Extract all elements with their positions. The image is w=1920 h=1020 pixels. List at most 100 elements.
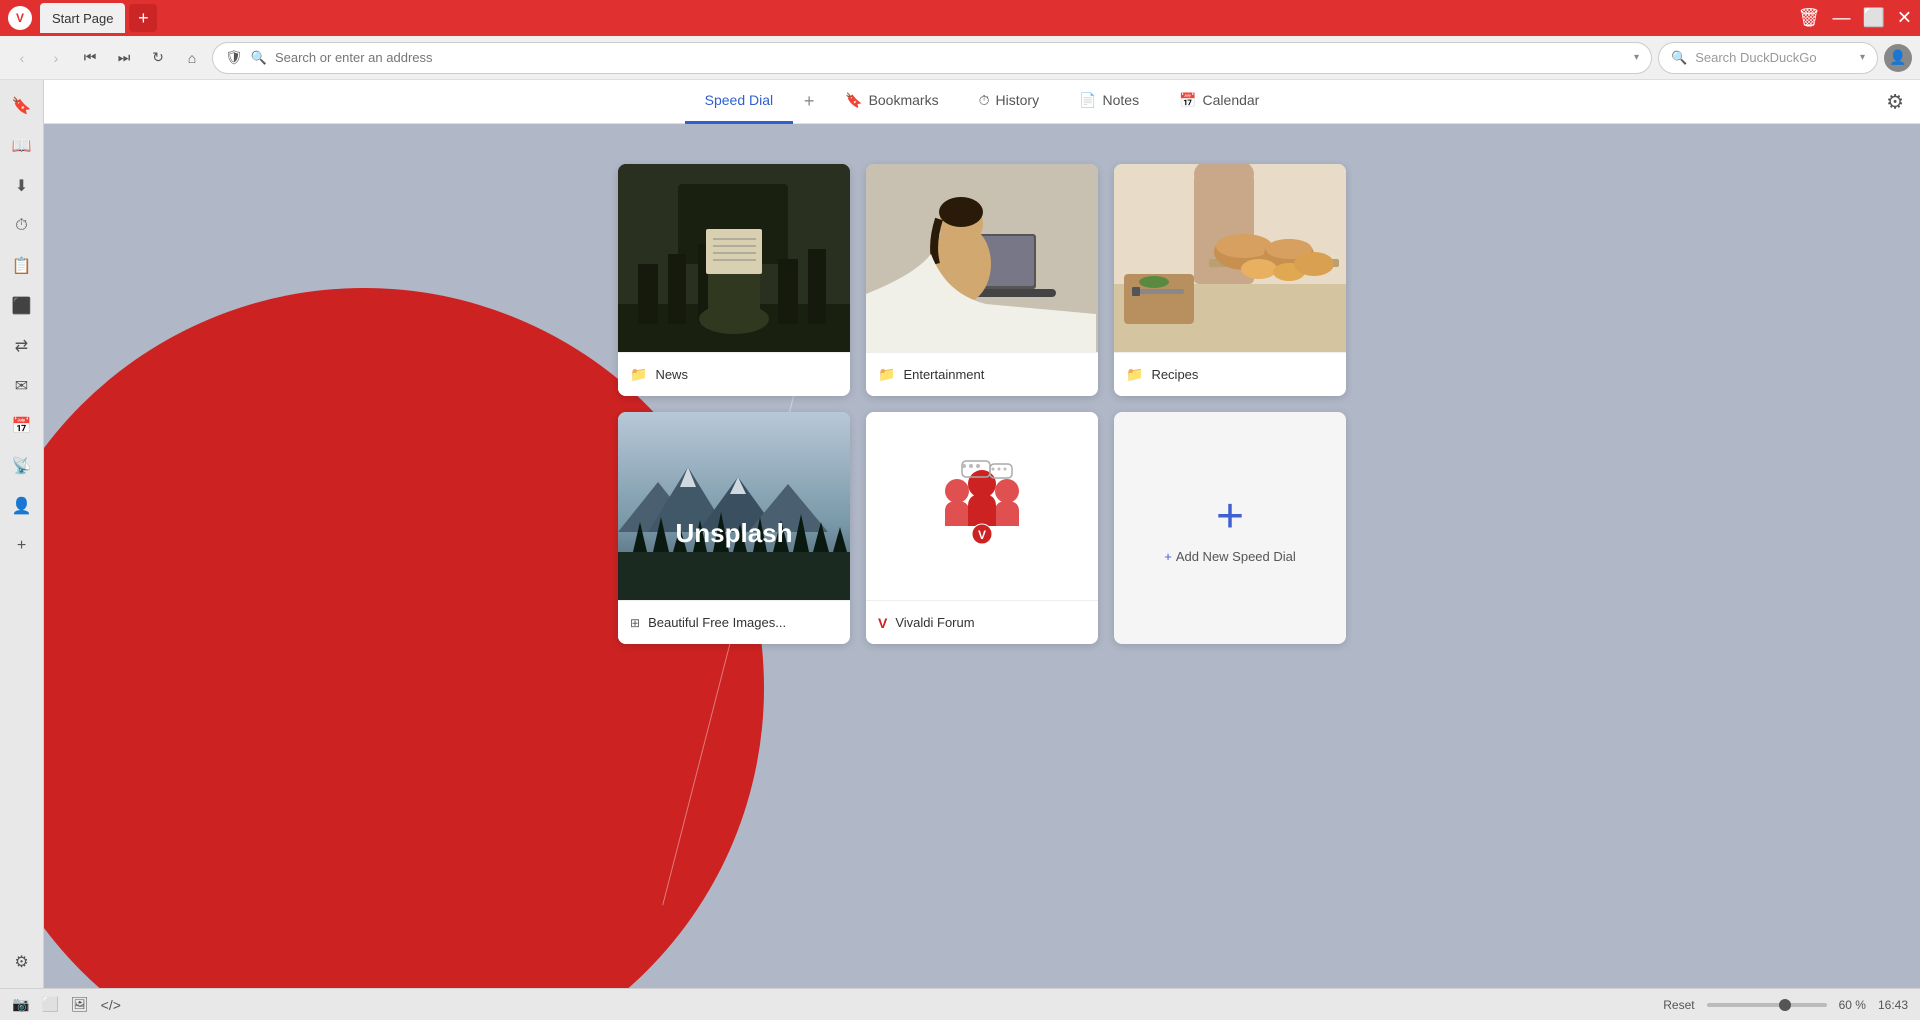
last-page-button[interactable]: ⏭ bbox=[110, 44, 138, 72]
vivaldi-forum-v-icon: V bbox=[878, 615, 887, 631]
address-input[interactable] bbox=[275, 50, 1626, 65]
dial-card-entertainment-label: 📁 Entertainment bbox=[866, 352, 1098, 396]
speed-dial-settings-button[interactable]: ⚙ bbox=[1886, 89, 1904, 114]
sidebar-icon-settings[interactable]: ⚙ bbox=[4, 944, 40, 980]
sidebar-icon-reader[interactable]: 📖 bbox=[4, 128, 40, 164]
sidebar-icon-feeds[interactable]: 📡 bbox=[4, 448, 40, 484]
sidebar-icon-notes[interactable]: 📋 bbox=[4, 248, 40, 284]
news-background bbox=[618, 164, 850, 352]
reset-button[interactable]: Reset bbox=[1663, 998, 1694, 1012]
svg-text:Unsplash: Unsplash bbox=[675, 518, 792, 548]
sidebar-icon-add-panel[interactable]: + bbox=[4, 528, 40, 564]
user-avatar[interactable]: 👤 bbox=[1884, 44, 1912, 72]
dial-card-add-new[interactable]: + + Add New Speed Dial bbox=[1114, 412, 1346, 644]
sidebar-icon-history[interactable]: ⏱ bbox=[4, 208, 40, 244]
dial-card-entertainment[interactable]: 📁 Entertainment bbox=[866, 164, 1098, 396]
sidebar-icon-panels[interactable]: ⬛ bbox=[4, 288, 40, 324]
trash-button[interactable]: 🗑 bbox=[1798, 8, 1821, 29]
back-button[interactable]: ‹ bbox=[8, 44, 36, 72]
dial-card-unsplash-image: Unsplash bbox=[618, 412, 850, 600]
home-button[interactable]: ⌂ bbox=[178, 44, 206, 72]
status-icon-code[interactable]: </> bbox=[101, 997, 121, 1013]
speed-dial-grid: 📁 News bbox=[44, 124, 1920, 644]
entertainment-folder-icon: 📁 bbox=[878, 366, 895, 383]
maximize-button[interactable]: ⬜ bbox=[1862, 8, 1884, 29]
search-dropdown-button[interactable]: ▾ bbox=[1860, 52, 1865, 63]
status-bar: 📷 ⬜ 🖼 </> Reset 60 % 16:43 bbox=[0, 988, 1920, 1020]
tab-speed-dial[interactable]: Speed Dial bbox=[685, 80, 794, 124]
status-time: 16:43 bbox=[1878, 998, 1908, 1012]
tabs-bar: Speed Dial + 🔖 Bookmarks ⏱ History 📄 Not… bbox=[44, 80, 1920, 124]
tab-notes-label: Notes bbox=[1103, 92, 1140, 108]
dial-card-news-label: 📁 News bbox=[618, 352, 850, 396]
new-tab-button[interactable]: + bbox=[129, 4, 157, 32]
tab-notes[interactable]: 📄 Notes bbox=[1059, 80, 1159, 124]
first-page-button[interactable]: ⏮ bbox=[76, 44, 104, 72]
title-bar: V Start Page + 🗑 — ⬜ ✕ bbox=[0, 0, 1920, 36]
recipes-label-text: Recipes bbox=[1151, 367, 1198, 382]
dial-card-vivaldi-forum-label: V Vivaldi Forum bbox=[866, 600, 1098, 644]
dial-card-unsplash[interactable]: Unsplash ⊞ Beautiful Free Images... bbox=[618, 412, 850, 644]
search-icon: 🔍 bbox=[251, 50, 267, 66]
main-area: 🔖 📖 ⬇ ⏱ 📋 ⬛ ⇄ ✉ 📅 📡 👤 + ⚙ Speed Dial + 🔖… bbox=[0, 80, 1920, 988]
news-folder-icon: 📁 bbox=[630, 366, 647, 383]
sidebar-icon-calendar[interactable]: 📅 bbox=[4, 408, 40, 444]
search-placeholder: Search DuckDuckGo bbox=[1695, 50, 1816, 65]
add-new-label: + Add New Speed Dial bbox=[1164, 549, 1296, 564]
forward-button[interactable]: › bbox=[42, 44, 70, 72]
unsplash-icon: ⊞ bbox=[630, 616, 640, 630]
sidebar: 🔖 📖 ⬇ ⏱ 📋 ⬛ ⇄ ✉ 📅 📡 👤 + ⚙ bbox=[0, 80, 44, 988]
minimize-button[interactable]: — bbox=[1832, 8, 1850, 29]
dial-card-recipes[interactable]: 📁 Recipes bbox=[1114, 164, 1346, 396]
tab-history-label: History bbox=[996, 92, 1040, 108]
sidebar-icon-downloads[interactable]: ⬇ bbox=[4, 168, 40, 204]
zoom-slider[interactable] bbox=[1707, 1003, 1827, 1007]
dial-card-vivaldi-forum-image: V bbox=[866, 412, 1098, 600]
recipes-folder-icon: 📁 bbox=[1126, 366, 1143, 383]
speed-dial-content: 📁 News bbox=[44, 124, 1920, 988]
add-new-plus-icon: + bbox=[1216, 493, 1244, 541]
vivaldi-forum-label-text: Vivaldi Forum bbox=[895, 615, 974, 630]
bookmarks-icon: 🔖 bbox=[845, 92, 862, 109]
zoom-thumb bbox=[1779, 999, 1791, 1011]
status-icon-image[interactable]: 🖼 bbox=[71, 996, 89, 1013]
dial-card-recipes-image bbox=[1114, 164, 1346, 352]
search-bar-icon: 🔍 bbox=[1671, 50, 1687, 66]
calendar-icon: 📅 bbox=[1179, 92, 1196, 109]
sidebar-icon-contacts[interactable]: 👤 bbox=[4, 488, 40, 524]
tab-history[interactable]: ⏱ History bbox=[959, 80, 1059, 124]
status-icon-camera[interactable]: 📷 bbox=[12, 996, 29, 1013]
reload-button[interactable]: ↻ bbox=[144, 44, 172, 72]
navigation-bar: ‹ › ⏮ ⏭ ↻ ⌂ 🛡 🔍 ▾ 🔍 Search DuckDuckGo ▾ … bbox=[0, 36, 1920, 80]
sidebar-icon-bookmarks[interactable]: 🔖 bbox=[4, 88, 40, 124]
search-bar[interactable]: 🔍 Search DuckDuckGo ▾ bbox=[1658, 42, 1878, 74]
sidebar-icon-translate[interactable]: ⇄ bbox=[4, 328, 40, 364]
tab-add-button[interactable]: + bbox=[793, 86, 825, 118]
dial-card-news-image bbox=[618, 164, 850, 352]
zoom-value: 60 % bbox=[1839, 998, 1866, 1012]
unsplash-label-text: Beautiful Free Images... bbox=[648, 615, 786, 630]
shield-icon: 🛡 bbox=[225, 49, 243, 66]
dial-card-recipes-label: 📁 Recipes bbox=[1114, 352, 1346, 396]
address-dropdown-button[interactable]: ▾ bbox=[1634, 52, 1639, 63]
address-bar[interactable]: 🛡 🔍 ▾ bbox=[212, 42, 1652, 74]
notes-icon: 📄 bbox=[1079, 92, 1096, 109]
news-label-text: News bbox=[655, 367, 688, 382]
tab-bar: Start Page + bbox=[40, 0, 157, 36]
tab-calendar-label: Calendar bbox=[1203, 92, 1260, 108]
sidebar-icon-mail[interactable]: ✉ bbox=[4, 368, 40, 404]
add-new-label-text: Add New Speed Dial bbox=[1176, 549, 1296, 564]
tab-calendar[interactable]: 📅 Calendar bbox=[1159, 80, 1279, 124]
dial-card-entertainment-image bbox=[866, 164, 1098, 352]
close-button[interactable]: ✕ bbox=[1897, 8, 1912, 29]
content-area: Speed Dial + 🔖 Bookmarks ⏱ History 📄 Not… bbox=[44, 80, 1920, 988]
tab-bookmarks[interactable]: 🔖 Bookmarks bbox=[825, 80, 958, 124]
svg-text:V: V bbox=[978, 528, 986, 542]
start-page-tab[interactable]: Start Page bbox=[40, 3, 125, 33]
dial-card-news[interactable]: 📁 News bbox=[618, 164, 850, 396]
entertainment-label-text: Entertainment bbox=[903, 367, 984, 382]
dial-card-vivaldi-forum[interactable]: V V Vi bbox=[866, 412, 1098, 644]
status-right: Reset 60 % 16:43 bbox=[1663, 998, 1908, 1012]
tab-speed-dial-label: Speed Dial bbox=[705, 92, 774, 108]
status-icon-window[interactable]: ⬜ bbox=[41, 996, 58, 1013]
